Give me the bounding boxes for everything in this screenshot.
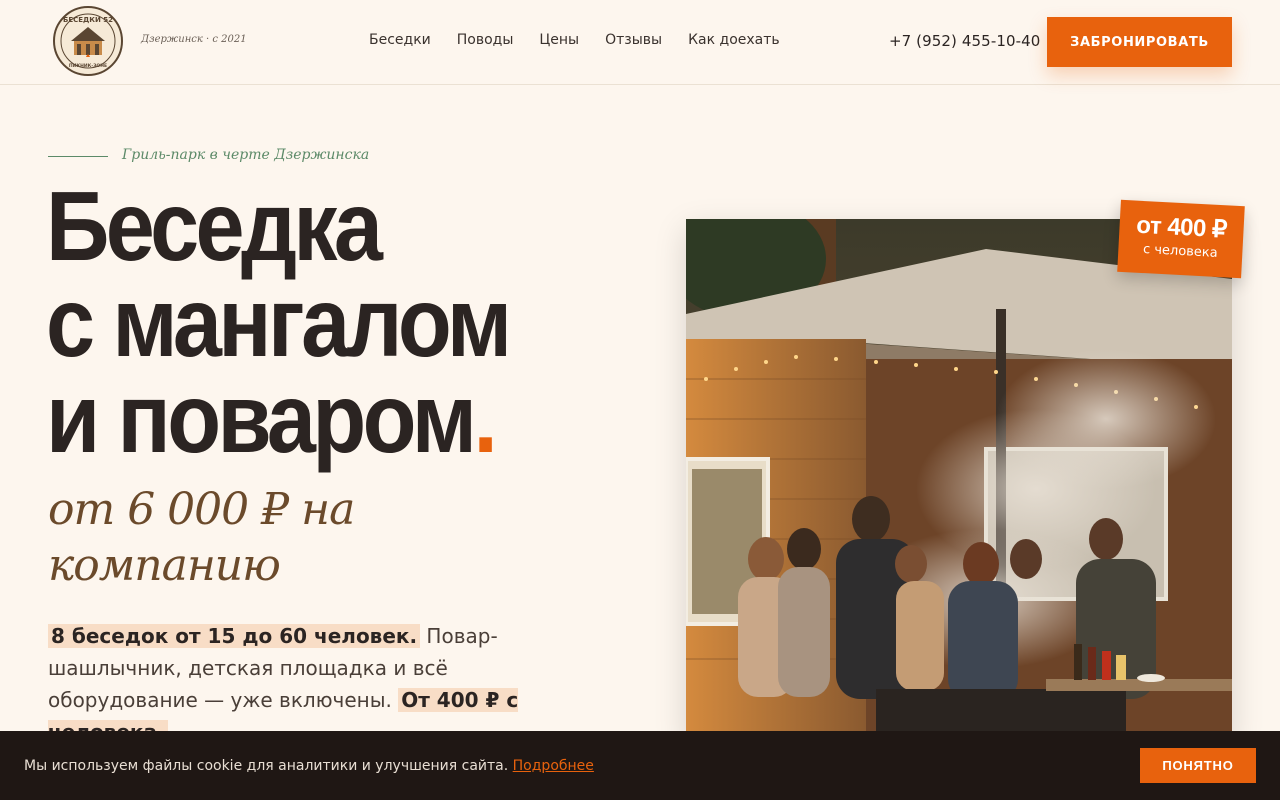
phone-link[interactable]: +7 (952) 455-10-40 <box>889 32 1040 50</box>
svg-text:БЕСЕДКИ 52: БЕСЕДКИ 52 <box>63 16 113 24</box>
price-badge: от 400 ₽ с человека <box>1117 199 1245 279</box>
cookie-banner: Мы используем файлы cookie для аналитики… <box>0 731 1280 800</box>
desc-highlight-capacity: 8 беседок от 15 до 60 человек. <box>48 624 421 648</box>
cookie-text: Мы используем файлы cookie для аналитики… <box>24 758 594 774</box>
cookie-accept-button[interactable]: ПОНЯТНО <box>1140 748 1256 783</box>
cookie-more-link[interactable]: Подробнее <box>513 758 594 774</box>
hero-title-dot: . <box>473 363 498 473</box>
nav-link-directions[interactable]: Как доехать <box>688 32 780 48</box>
hero-title-line1: Беседка <box>46 171 383 281</box>
hero-title-line2: с мангалом <box>46 267 512 377</box>
gazebo-party-image <box>686 219 1232 739</box>
logo[interactable]: БЕСЕДКИ 52 ПИКНИК-ЗОНЕ <box>53 5 123 77</box>
book-button[interactable]: ЗАБРОНИРОВАТЬ <box>1047 17 1232 67</box>
price-badge-value: от 400 ₽ <box>1135 211 1228 244</box>
main-nav: Беседки Поводы Цены Отзывы Как доехать <box>369 32 780 48</box>
hero-subtitle: от 6 000 ₽ на компанию <box>48 484 355 591</box>
cookie-message: Мы используем файлы cookie для аналитики… <box>24 758 509 774</box>
site-header: БЕСЕДКИ 52 ПИКНИК-ЗОНЕ Дзержинск · с 202… <box>0 0 1280 85</box>
nav-link-reviews[interactable]: Отзывы <box>605 32 662 48</box>
nav-link-occasions[interactable]: Поводы <box>457 32 514 48</box>
hero-eyebrow: Гриль-парк в черте Дзержинска <box>122 147 370 163</box>
hero-photo <box>686 219 1232 739</box>
eyebrow-divider <box>48 156 108 157</box>
nav-link-prices[interactable]: Цены <box>539 32 579 48</box>
hero-description: 8 беседок от 15 до 60 человек. Повар-шаш… <box>48 620 548 748</box>
hero-title-line3: и поваром <box>46 363 477 473</box>
hero-title: Беседка с мангалом и поваром. <box>46 177 586 467</box>
nav-link-gazebos[interactable]: Беседки <box>369 32 431 48</box>
svg-text:ПИКНИК-ЗОНЕ: ПИКНИК-ЗОНЕ <box>69 63 107 69</box>
tagline: Дзержинск · с 2021 <box>141 34 247 45</box>
